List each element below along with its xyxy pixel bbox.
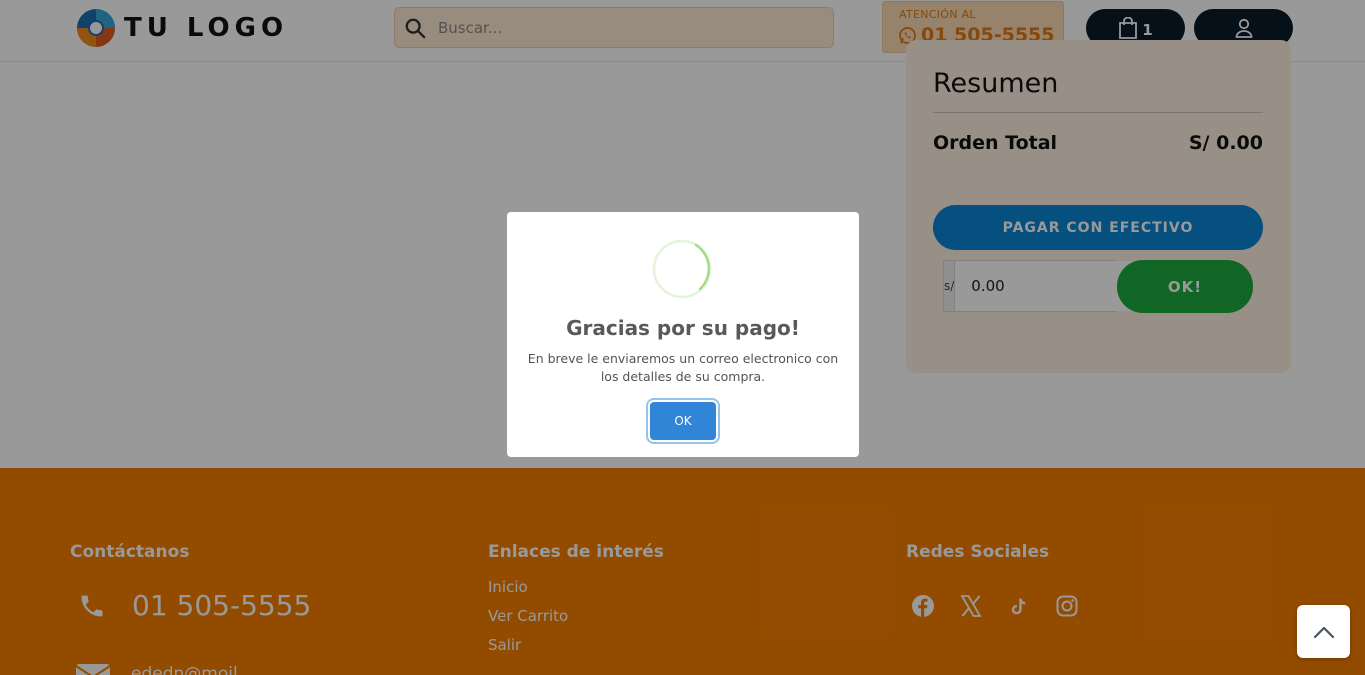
scroll-top-button[interactable] [1297,605,1350,658]
dialog-message: En breve le enviaremos un correo electro… [527,351,839,384]
payment-success-dialog: Gracias por su pago! En breve le enviare… [507,212,859,457]
success-spinner-icon [652,239,712,299]
chevron-up-icon [1313,626,1334,638]
dialog-ok-button[interactable]: OK [650,402,716,440]
dialog-title: Gracias por su pago! [566,316,800,340]
